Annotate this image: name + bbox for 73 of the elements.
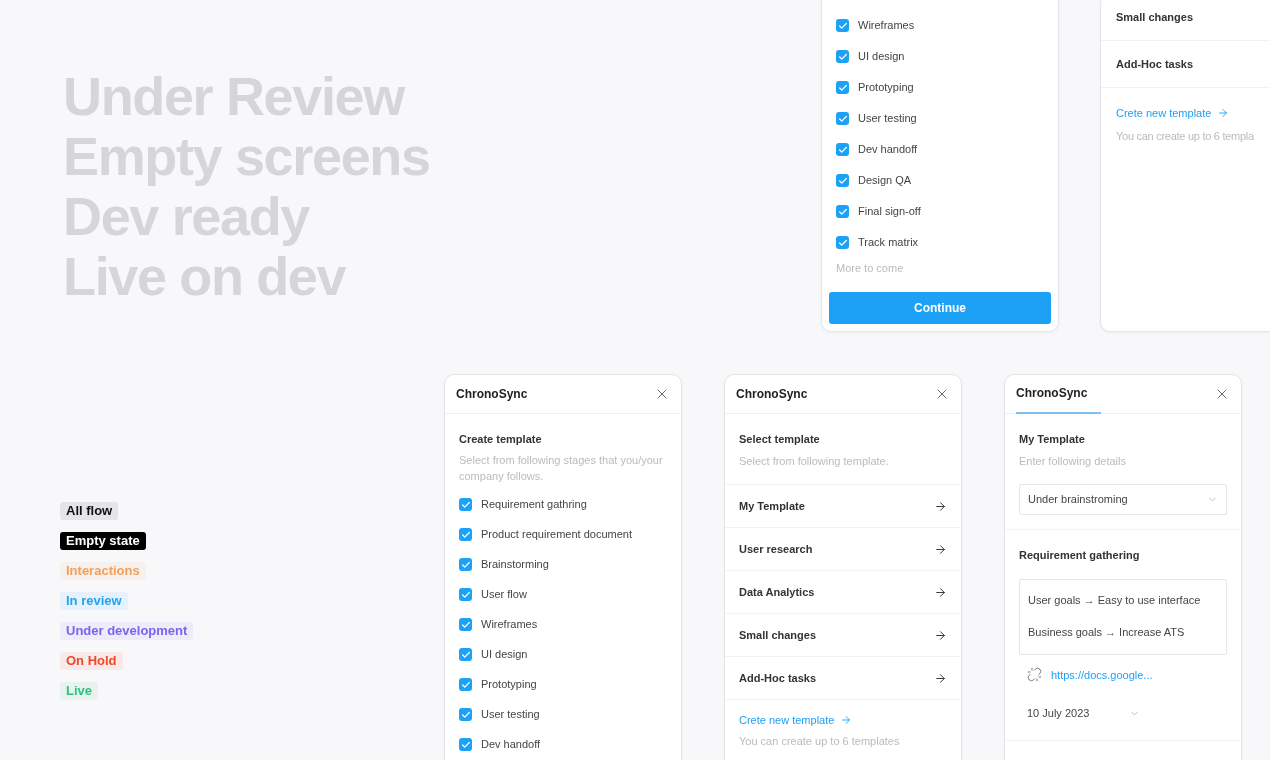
template-name[interactable]: Small changes (1116, 8, 1194, 26)
section-heading: Requirement gathering (1019, 548, 1141, 563)
stage-label: Product requirement document (481, 527, 633, 543)
goal-text: Business goals → Increase ATS (1028, 625, 1186, 641)
status-tag: Empty state (60, 532, 146, 550)
stage-label: Requirement gathring (481, 497, 587, 513)
checkbox[interactable] (459, 498, 472, 511)
arrow-right-icon (934, 542, 947, 556)
checkbox[interactable] (836, 81, 849, 94)
status-tag: Under development (60, 622, 194, 640)
arrow-right-icon (1217, 107, 1230, 120)
checkbox[interactable] (459, 528, 472, 541)
status-select[interactable]: Under brainstroming (1019, 484, 1227, 515)
arrow-right-icon (934, 628, 947, 642)
panel-subheading: Enter following details (1019, 453, 1127, 469)
template-row[interactable]: User research (725, 528, 961, 571)
date-select[interactable]: 10 July 2023 (1019, 705, 1149, 722)
arrow-right-icon (934, 499, 947, 513)
stage-label: Track matrix (858, 235, 919, 251)
checkbox[interactable] (459, 558, 472, 571)
stage-label: Dev handoff (481, 737, 541, 753)
panel-heading: Create template (459, 432, 543, 447)
panel-title-tab[interactable]: ChronoSync (1016, 375, 1102, 414)
panel-title-tab[interactable]: ChronoSync (456, 375, 528, 414)
arrow-right-icon (840, 714, 853, 727)
stage-label: Wireframes (481, 617, 538, 633)
more-note: More to come (836, 261, 904, 276)
checkbox[interactable] (459, 588, 472, 601)
status-tag: In review (60, 592, 128, 610)
checkbox[interactable] (459, 648, 472, 661)
panel-subheading: Select from following template. (739, 453, 890, 469)
stage-label: Design QA (858, 173, 912, 189)
panel-heading: Select template (739, 432, 821, 447)
panel-heading: My Template (1019, 432, 1086, 447)
template-row[interactable]: Data Analytics (725, 571, 961, 614)
limit-note: You can create up to 6 templa (1116, 128, 1255, 144)
checkbox[interactable] (836, 112, 849, 125)
stage-label: User testing (481, 707, 540, 723)
checkbox[interactable] (836, 50, 849, 63)
limit-note: You can create up to 6 templates (739, 733, 901, 749)
stage-label: Dev handoff (858, 142, 918, 158)
checkbox[interactable] (459, 738, 472, 751)
status-tag: On Hold (60, 652, 123, 670)
status-tag: Interactions (60, 562, 146, 580)
stage-label: Wireframes (858, 18, 915, 34)
template-row[interactable]: My Template (725, 485, 961, 528)
template-row[interactable]: Add-Hoc tasks (725, 657, 961, 700)
stage-label: Brainstorming (481, 557, 549, 573)
status-tag: Live (60, 682, 98, 700)
goal-text: User goals → Easy to use interface (1028, 593, 1202, 609)
stage-label: Prototyping (481, 677, 537, 693)
status-tag: All flow (60, 502, 119, 520)
checkbox[interactable] (836, 174, 849, 187)
template-row[interactable]: Small changes (725, 614, 961, 657)
checkbox[interactable] (459, 708, 472, 721)
stage-label: Final sign-off (858, 204, 921, 220)
stage-label: Prototyping (858, 80, 914, 96)
broken-link-icon (1027, 667, 1042, 683)
stage-label: User flow (481, 587, 527, 603)
panel-title-tab[interactable]: ChronoSync (736, 375, 808, 414)
checkbox[interactable] (459, 678, 472, 691)
arrow-right-icon (934, 671, 947, 685)
stage-label: UI design (481, 647, 528, 663)
checkbox[interactable] (836, 205, 849, 218)
arrow-right-icon (934, 585, 947, 599)
stage-label: User testing (858, 111, 917, 127)
checkbox[interactable] (836, 19, 849, 32)
template-name[interactable]: Add-Hoc tasks (1116, 55, 1194, 73)
checkbox[interactable] (836, 143, 849, 156)
checkbox[interactable] (459, 618, 472, 631)
panel-subheading: Select from following stages that you/your company follows. (459, 452, 664, 484)
checkbox[interactable] (836, 236, 849, 249)
stage-label: UI design (858, 49, 905, 65)
